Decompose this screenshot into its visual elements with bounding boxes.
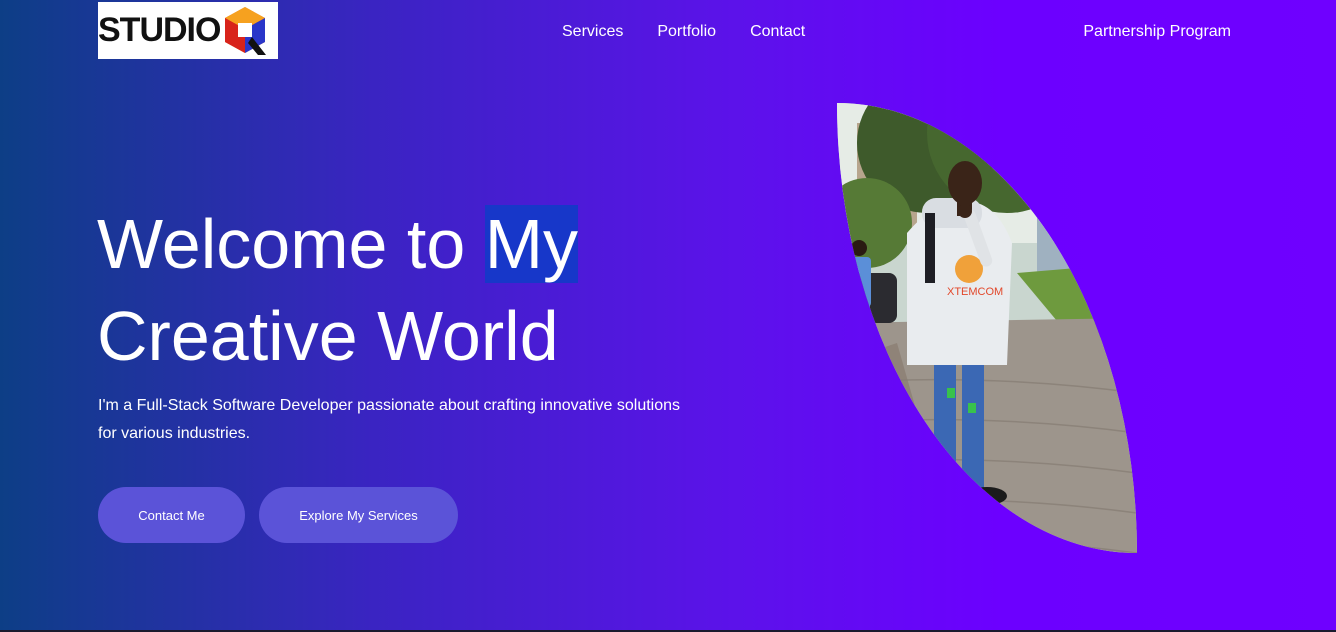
explore-services-button[interactable]: Explore My Services [259, 487, 458, 543]
studio-logo[interactable]: STUDIO [98, 2, 278, 59]
logo-text: STUDIO [98, 11, 221, 49]
logo-mark-icon [225, 6, 267, 55]
hero-title-highlight: My [484, 205, 579, 283]
nav-portfolio-link[interactable]: Portfolio [657, 22, 716, 42]
main-nav: Services Portfolio Contact [562, 22, 839, 42]
nav-services-link[interactable]: Services [562, 22, 623, 42]
hero-portrait-photo: XTEMCOM [837, 103, 1137, 553]
hero-title-line1: Welcome to [97, 205, 485, 283]
hero-description: I'm a Full-Stack Software Developer pass… [98, 397, 681, 442]
partnership-program-link[interactable]: Partnership Program [1083, 22, 1231, 42]
hero-title: Welcome to My Creative World [97, 198, 737, 382]
contact-me-button[interactable]: Contact Me [98, 487, 245, 543]
hero-title-line2: Creative World [97, 297, 559, 375]
hoodie-print-text: XTEMCOM [947, 286, 1003, 298]
nav-contact-link[interactable]: Contact [750, 22, 805, 42]
